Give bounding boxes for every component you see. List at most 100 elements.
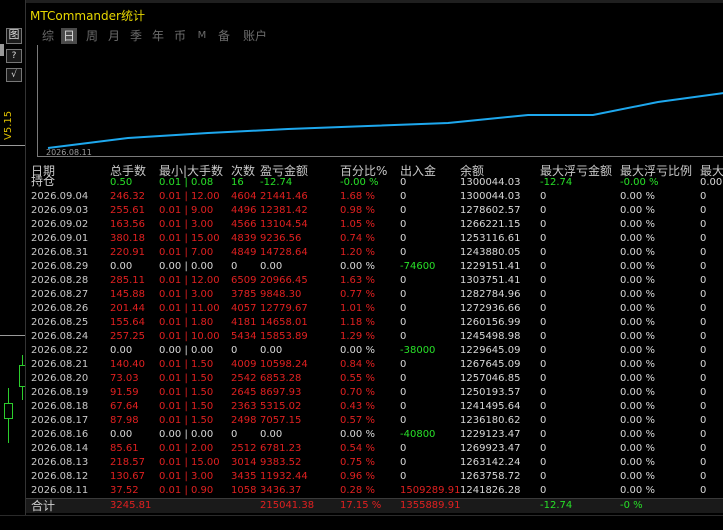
row-max: 0: [700, 471, 707, 482]
row-flow: 0: [400, 443, 407, 454]
row-max: 0: [700, 429, 707, 440]
row-max-float-pct: 0.00 %: [620, 317, 655, 328]
row-flow: 0: [400, 247, 407, 258]
row-minmax: 0.00 | 0.00: [159, 345, 214, 356]
row-count: 2542: [231, 373, 257, 384]
candle-body: [4, 403, 13, 419]
row-max-float-pct: 0.00 %: [620, 471, 655, 482]
tab-daily[interactable]: 日: [61, 28, 77, 44]
row-pnl: 20966.45: [260, 275, 308, 286]
tab-currency[interactable]: 币: [172, 28, 188, 44]
chart-button[interactable]: 图: [6, 28, 22, 44]
row-count: 6509: [231, 275, 257, 286]
total-pnl: 215041.38: [260, 500, 315, 511]
window-title: MTCommander统计: [30, 9, 145, 23]
row-flow: 0: [400, 191, 407, 202]
row-max: 0: [700, 233, 707, 244]
row-flow: -38000: [400, 345, 436, 356]
row-flow: 0: [400, 317, 407, 328]
total-max-float: -12.74: [540, 500, 573, 511]
row-max-float-pct: 0.00 %: [620, 261, 655, 272]
row-date: 2026.09.04: [31, 191, 89, 202]
row-max-float: 0: [540, 415, 547, 426]
tab-summary[interactable]: 综: [40, 28, 56, 44]
check-button[interactable]: √: [6, 68, 22, 82]
row-count: 4496: [231, 205, 257, 216]
row-balance: 1263142.24: [460, 457, 521, 468]
row-pct: 0.70 %: [340, 387, 375, 398]
row-balance: 1241495.64: [460, 401, 521, 412]
row-max-float: 0: [540, 387, 547, 398]
tab-m[interactable]: M: [194, 28, 210, 44]
row-pct: 0.57 %: [340, 415, 375, 426]
row-max-float-pct: 0.00 %: [620, 415, 655, 426]
row-max-float-pct: 0.00 %: [620, 191, 655, 202]
row-max: 0: [700, 205, 707, 216]
row-max: 0: [700, 485, 707, 496]
row-pnl: 15853.89: [260, 331, 308, 342]
stats-window: MTCommander统计 综 日 周 月 季 年 币 M 备 账户 2026.…: [25, 0, 723, 530]
row-max-float-pct: 0.00 %: [620, 359, 655, 370]
row-max-float-pct: 0.00 %: [620, 205, 655, 216]
row-count: 3785: [231, 289, 257, 300]
row-pct: 1.18 %: [340, 317, 375, 328]
row-pnl: 6781.23: [260, 443, 302, 454]
row-flow: 0: [400, 387, 407, 398]
row-pnl: 13104.54: [260, 219, 308, 230]
row-lots: 85.61: [110, 443, 139, 454]
row-pnl: 5315.02: [260, 401, 302, 412]
tab-monthly[interactable]: 月: [106, 28, 122, 44]
row-max: 0: [700, 373, 707, 384]
row-date: 2026.08.22: [31, 345, 89, 356]
row-lots: 380.18: [110, 233, 145, 244]
row-date: 2026.09.03: [31, 205, 89, 216]
row-minmax: 0.00 | 0.00: [159, 261, 214, 272]
row-max-float-pct: 0.00 %: [620, 289, 655, 300]
tab-quarterly[interactable]: 季: [128, 28, 144, 44]
row-max-float-pct: 0.00 %: [620, 219, 655, 230]
row-max-float: 0: [540, 429, 547, 440]
row-date: 2026.09.01: [31, 233, 89, 244]
tab-yearly[interactable]: 年: [150, 28, 166, 44]
row-pct: 1.68 %: [340, 191, 375, 202]
row-max: 0: [700, 275, 707, 286]
row-date: 2026.08.16: [31, 429, 89, 440]
total-lots: 3245.81: [110, 500, 152, 511]
equity-chart: [47, 92, 723, 149]
row-balance: 1272936.66: [460, 303, 521, 314]
row-max: 0: [700, 443, 707, 454]
total-label: 合计: [31, 499, 56, 513]
row-balance: 1263758.72: [460, 471, 521, 482]
row-max: 0: [700, 261, 707, 272]
row-max-float-pct: 0.00 %: [620, 247, 655, 258]
row-max-float-pct: 0.00 %: [620, 401, 655, 412]
row-minmax: 0.01 | 12.00: [159, 191, 220, 202]
holding-max-float-pct: -0.00 %: [620, 177, 659, 188]
row-pnl: 12381.42: [260, 205, 308, 216]
row-pnl: 9236.56: [260, 233, 302, 244]
row-lots: 285.11: [110, 275, 145, 286]
row-lots: 130.67: [110, 471, 145, 482]
row-lots: 0.00: [110, 345, 133, 356]
row-balance: 1253116.61: [460, 233, 521, 244]
tab-notes[interactable]: 备: [216, 28, 232, 44]
row-balance: 1229151.41: [460, 261, 521, 272]
help-button[interactable]: ?: [6, 49, 22, 63]
row-pct: 0.98 %: [340, 205, 375, 216]
tab-account[interactable]: 账户: [240, 28, 270, 44]
tab-weekly[interactable]: 周: [84, 28, 100, 44]
row-lots: 201.44: [110, 303, 145, 314]
row-count: 4604: [231, 191, 257, 202]
row-pnl: 21441.46: [260, 191, 308, 202]
row-date: 2026.08.28: [31, 275, 89, 286]
row-flow: 0: [400, 331, 407, 342]
titlebar[interactable]: MTCommander统计: [26, 0, 723, 26]
row-lots: 37.52: [110, 485, 139, 496]
row-max: 0: [700, 289, 707, 300]
row-count: 4009: [231, 359, 257, 370]
row-balance: 1243880.05: [460, 247, 521, 258]
row-count: 0: [231, 429, 238, 440]
row-max-float: 0: [540, 303, 547, 314]
row-date: 2026.08.26: [31, 303, 89, 314]
row-flow: 1509289.91: [400, 485, 461, 496]
